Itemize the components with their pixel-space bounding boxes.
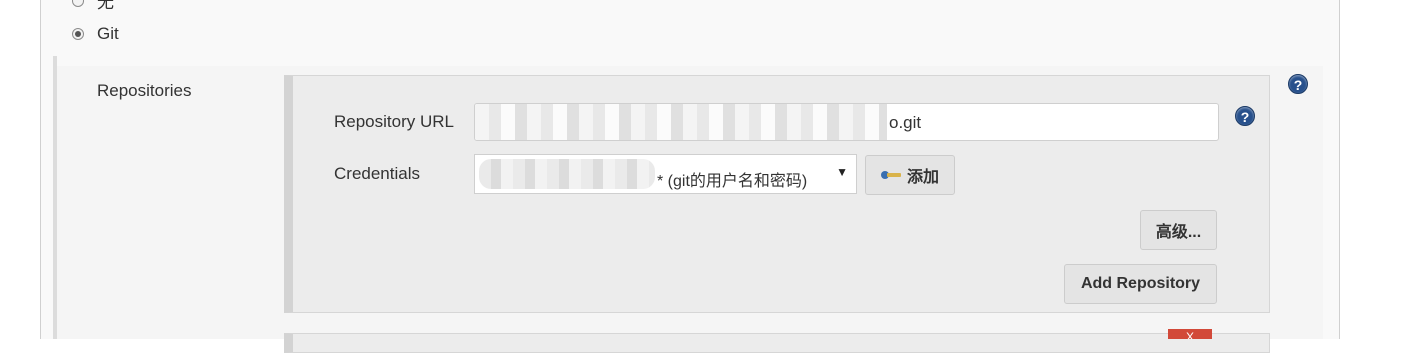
repository-url-value: o.git xyxy=(889,113,922,132)
key-icon xyxy=(880,169,903,181)
dropdown-arrow-icon: ▼ xyxy=(836,165,848,179)
credentials-select[interactable]: * (git的用户名和密码) ▼ xyxy=(474,154,857,194)
repository-url-help-icon[interactable]: ? xyxy=(1235,106,1255,126)
git-section-indent-bar xyxy=(53,56,57,339)
add-credentials-label: 添加 xyxy=(906,169,939,186)
scm-git-label: Git xyxy=(97,24,119,43)
repository-url-input[interactable]: o.git xyxy=(474,103,1219,141)
redacted-credentials-blur xyxy=(479,159,655,189)
scm-none-radio[interactable] xyxy=(72,0,84,7)
add-credentials-button[interactable]: 添加 xyxy=(865,155,955,195)
advanced-button[interactable]: 高级... xyxy=(1140,210,1217,250)
next-repository-panel xyxy=(284,333,1270,353)
scm-option-none[interactable]: 无 xyxy=(72,0,114,13)
scm-option-git[interactable]: Git xyxy=(72,24,119,44)
repositories-label: Repositories xyxy=(97,81,192,100)
add-repository-button[interactable]: Add Repository xyxy=(1064,264,1217,304)
scm-none-label: 无 xyxy=(97,0,114,12)
credentials-selected-value: * (git的用户名和密码) xyxy=(657,173,808,190)
credentials-label: Credentials xyxy=(334,164,420,183)
repository-url-label: Repository URL xyxy=(334,112,454,131)
scm-git-radio[interactable] xyxy=(72,28,84,40)
redacted-url-blur xyxy=(475,104,887,140)
repositories-help-icon[interactable]: ? xyxy=(1288,74,1308,94)
delete-repository-button[interactable]: X xyxy=(1168,329,1212,339)
